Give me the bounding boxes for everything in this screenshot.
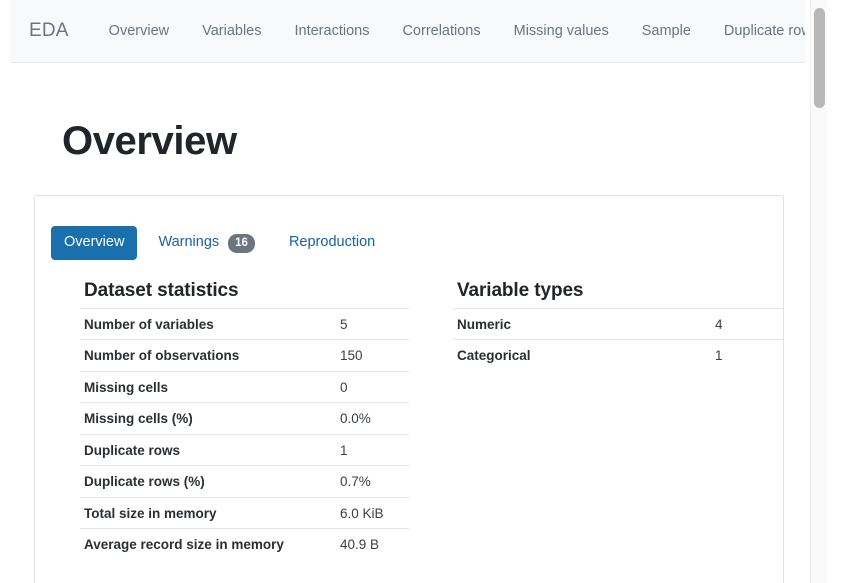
dataset-statistics-column: Dataset statistics Number of variables 5…	[35, 280, 409, 560]
main-content: Overview Overview Warnings 16 Reproducti…	[0, 63, 805, 163]
table-row: Duplicate rows (%) 0.7%	[80, 466, 409, 498]
scrollbar-gutter	[805, 0, 856, 583]
stat-label: Missing cells	[80, 371, 336, 403]
card-tabs: Overview Warnings 16 Reproduction	[35, 196, 783, 262]
tab-warnings-label: Warnings	[158, 235, 219, 251]
page-title: Overview	[0, 63, 805, 163]
stat-value: 6.0 KiB	[336, 497, 409, 529]
tab-overview-label: Overview	[64, 235, 124, 251]
nav-item-correlations: Correlations	[402, 22, 480, 40]
table-row: Duplicate rows 1	[80, 434, 409, 466]
nav-link-overview[interactable]: Overview	[109, 23, 169, 39]
variable-types-column: Variable types Numeric 4 Categorical 1	[409, 280, 783, 560]
stat-value: 0.7%	[336, 466, 409, 498]
report-page: EDA Overview Variables Interactions Corr…	[0, 0, 805, 583]
browser-viewport: EDA Overview Variables Interactions Corr…	[0, 0, 856, 583]
table-row: Average record size in memory 40.9 B	[80, 529, 409, 560]
stat-value: 5	[336, 308, 409, 340]
nav-item-sample: Sample	[642, 22, 691, 40]
nav-item-interactions: Interactions	[294, 22, 369, 40]
stat-label: Missing cells (%)	[80, 403, 336, 435]
dataset-statistics-title: Dataset statistics	[84, 280, 409, 302]
warnings-count-badge: 16	[228, 234, 255, 253]
stat-label: Numeric	[453, 308, 711, 340]
stat-value: 4	[711, 308, 783, 340]
table-row: Total size in memory 6.0 KiB	[80, 497, 409, 529]
nav-item-overview: Overview	[109, 22, 169, 40]
table-row: Numeric 4	[453, 308, 783, 340]
tab-reproduction[interactable]: Reproduction	[276, 226, 388, 260]
stat-value: 40.9 B	[336, 529, 409, 560]
stat-value: 150	[336, 340, 409, 372]
stat-label: Number of observations	[80, 340, 336, 372]
stat-label: Categorical	[453, 340, 711, 371]
navbar: EDA Overview Variables Interactions Corr…	[10, 0, 805, 63]
stat-label: Duplicate rows (%)	[80, 466, 336, 498]
table-row: Number of variables 5	[80, 308, 409, 340]
nav-item-duplicate-rows: Duplicate rows	[724, 22, 805, 40]
stat-label: Number of variables	[80, 308, 336, 340]
variable-types-title: Variable types	[457, 280, 783, 302]
nav-item-variables: Variables	[202, 22, 261, 40]
tab-reproduction-label: Reproduction	[289, 235, 375, 251]
nav-item-missing-values: Missing values	[514, 22, 609, 40]
table-row: Missing cells (%) 0.0%	[80, 403, 409, 435]
dataset-statistics-table: Number of variables 5 Number of observat…	[80, 308, 409, 560]
table-row: Categorical 1	[453, 340, 783, 371]
nav-link-interactions[interactable]: Interactions	[294, 23, 369, 39]
stat-label: Duplicate rows	[80, 434, 336, 466]
nav-link-variables[interactable]: Variables	[202, 23, 261, 39]
variable-types-table: Numeric 4 Categorical 1	[453, 308, 783, 371]
navbar-brand[interactable]: EDA	[29, 20, 69, 42]
stat-label: Average record size in memory	[80, 529, 336, 560]
nav-link-correlations[interactable]: Correlations	[402, 23, 480, 39]
stat-value: 0	[336, 371, 409, 403]
table-row: Missing cells 0	[80, 371, 409, 403]
tab-warnings[interactable]: Warnings 16	[145, 225, 268, 262]
nav-link-missing-values[interactable]: Missing values	[514, 23, 609, 39]
nav-link-duplicate-rows[interactable]: Duplicate rows	[724, 23, 805, 39]
tab-overview[interactable]: Overview	[51, 226, 137, 260]
scrollbar-thumb[interactable]	[814, 8, 825, 108]
stat-label: Total size in memory	[80, 497, 336, 529]
stat-value: 1	[336, 434, 409, 466]
stat-value: 0.0%	[336, 403, 409, 435]
navbar-links: Overview Variables Interactions Correlat…	[109, 22, 805, 40]
overview-card: Overview Warnings 16 Reproduction D	[34, 195, 784, 583]
overview-panel: Dataset statistics Number of variables 5…	[35, 262, 783, 560]
nav-link-sample[interactable]: Sample	[642, 23, 691, 39]
table-row: Number of observations 150	[80, 340, 409, 372]
stat-value: 1	[711, 340, 783, 371]
